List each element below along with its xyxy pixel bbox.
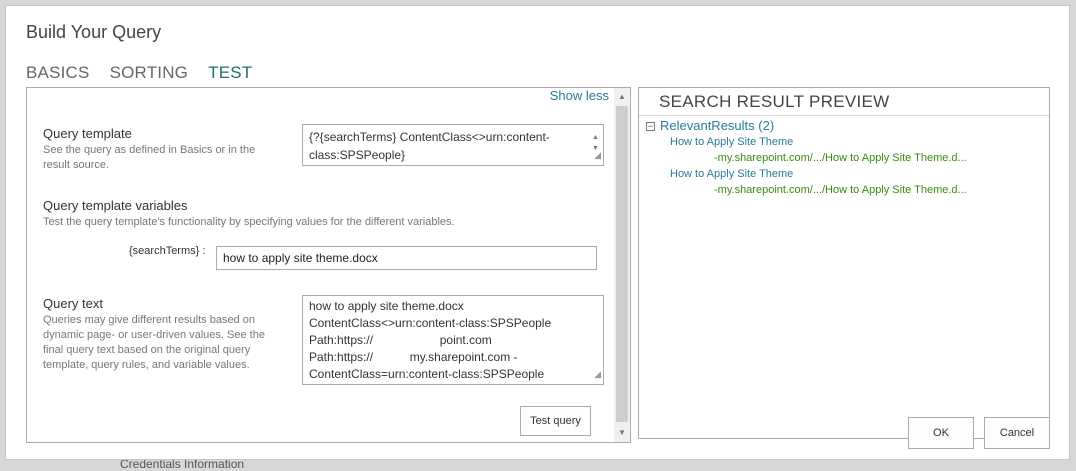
result-url: -my.sharepoint.com/.../How to Apply Site… <box>714 184 967 196</box>
search-result-preview-panel: SEARCH RESULT PREVIEW − RelevantResults … <box>638 87 1050 439</box>
dialog-title: Build Your Query <box>26 22 162 42</box>
scroll-down-icon[interactable]: ▼ <box>617 428 627 438</box>
query-text-line: Path:https:// point.com <box>309 333 492 347</box>
query-text-line: ContentClass=urn:content-class:SPSPeople <box>309 367 545 381</box>
scrollbar-thumb[interactable] <box>616 106 628 422</box>
query-template-line-1: {?{searchTerms} ContentClass<>urn:conten… <box>309 130 550 144</box>
query-settings-panel: Show less Query template See the query a… <box>26 87 631 443</box>
relevant-results-group[interactable]: RelevantResults (2) <box>660 118 774 133</box>
template-variables-label: Query template variables <box>43 198 188 213</box>
query-text-description: Queries may give different results based… <box>43 314 265 371</box>
panel-scrollbar[interactable]: ▲ ▼ <box>614 88 630 442</box>
query-text-line: how to apply site theme.docx <box>309 299 464 313</box>
tab-sorting[interactable]: SORTING <box>110 63 189 83</box>
tab-bar: BASICS SORTING TEST <box>26 63 252 83</box>
template-variables-description: Test the query template's functionality … <box>43 216 455 228</box>
search-terms-input[interactable]: how to apply site theme.docx <box>216 246 597 270</box>
resize-grip-icon[interactable]: ◢ <box>594 146 601 164</box>
query-template-line-2: class:SPSPeople} <box>309 148 406 162</box>
show-less-link[interactable]: Show less <box>550 88 609 103</box>
query-template-textarea[interactable]: {?{searchTerms} ContentClass<>urn:conten… <box>302 124 604 166</box>
query-template-description: See the query as defined in Basics or in… <box>43 144 256 171</box>
collapse-icon[interactable]: − <box>646 122 655 131</box>
query-template-label: Query template <box>43 126 132 141</box>
cancel-button[interactable]: Cancel <box>984 417 1050 449</box>
build-query-dialog: Build Your Query BASICS SORTING TEST Sho… <box>5 5 1070 460</box>
query-text-textarea[interactable]: how to apply site theme.docx ContentClas… <box>302 295 604 385</box>
test-query-button[interactable]: Test query <box>520 406 591 436</box>
tab-basics[interactable]: BASICS <box>26 63 90 83</box>
scroll-up-icon[interactable]: ▲ <box>617 92 627 102</box>
tab-test[interactable]: TEST <box>208 63 252 83</box>
query-text-label: Query text <box>43 296 103 311</box>
search-terms-label: {searchTerms} : <box>129 245 206 257</box>
preview-title: SEARCH RESULT PREVIEW <box>659 92 890 111</box>
result-title-link[interactable]: How to Apply Site Theme <box>670 168 793 180</box>
query-text-line: Path:https:// my.sharepoint.com - <box>309 350 518 364</box>
result-title-link[interactable]: How to Apply Site Theme <box>670 136 793 148</box>
ok-button[interactable]: OK <box>908 417 974 449</box>
resize-grip-icon[interactable]: ◢ <box>594 366 601 383</box>
result-url: -my.sharepoint.com/.../How to Apply Site… <box>714 152 967 164</box>
query-text-line: ContentClass<>urn:content-class:SPSPeopl… <box>309 316 552 330</box>
preview-divider <box>639 115 1049 116</box>
